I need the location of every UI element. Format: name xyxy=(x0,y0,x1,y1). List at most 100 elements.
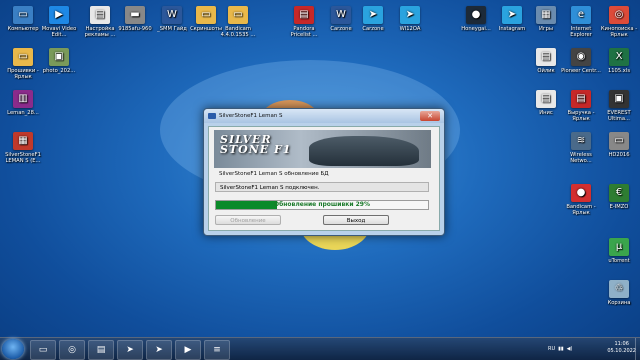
chrome-icon: ◎ xyxy=(609,6,629,24)
folder-icon: ▭ xyxy=(13,48,33,66)
pioneer-icon: ◉ xyxy=(571,48,591,66)
telegram-icon[interactable]: ➤ xyxy=(117,340,143,360)
telegram-icon[interactable]: ➤ xyxy=(146,340,172,360)
desktop-icon[interactable]: ◉ Pioneer Centr... xyxy=(560,48,602,74)
desktop-icon-label: photo_202... xyxy=(42,68,76,74)
desktop-icon-label: Pandora Pricelist ... xyxy=(290,26,318,38)
everest-icon: ▣ xyxy=(609,90,629,108)
silverstone-app-icon[interactable]: ≡ xyxy=(204,340,230,360)
desktop-icon-label: Leman_28... xyxy=(7,110,39,116)
volume-icon[interactable]: ◀) xyxy=(567,346,573,352)
update-button[interactable]: Обновление xyxy=(215,215,281,225)
recycle-bin-icon: ♲ xyxy=(609,280,629,298)
word-icon: W xyxy=(162,6,182,24)
desktop-icon-label: HD2016 xyxy=(608,152,630,158)
desktop-icon[interactable]: ♲ Корзина xyxy=(598,280,640,306)
silverstone-icon: ▦ xyxy=(13,132,33,150)
excel-icon: X xyxy=(609,48,629,66)
desktop-icon[interactable]: µ uTorrent xyxy=(598,238,640,264)
desktop-icon[interactable]: ▦ SilverStoneF1 LEMAN S (E... xyxy=(2,132,44,164)
exit-button[interactable]: Выход xyxy=(323,215,389,225)
status-field: SilverStoneF1 Leman S подключен. xyxy=(215,182,429,192)
progress-bar: Обновление прошивки 29% xyxy=(215,200,429,210)
desktop-icon-label: 1105.xls xyxy=(607,68,631,74)
language-indicator[interactable]: RU xyxy=(548,346,555,352)
desktop-icon[interactable]: ▤ Выручка - Ярлык xyxy=(560,90,602,122)
start-button[interactable] xyxy=(2,339,24,359)
desktop-icon[interactable]: ≋ Wireless Netwo... xyxy=(560,132,602,164)
app-icon xyxy=(208,113,216,119)
window-title: SilverStoneF1 Leman S xyxy=(219,113,283,119)
desktop-icon[interactable]: ▥ Leman_28... xyxy=(2,90,44,116)
desktop-icon-label: Pioneer Centr... xyxy=(561,68,601,74)
desktop-icon[interactable]: ➤ WI12OA xyxy=(389,6,431,32)
desktop-icon-label: Кинопоиска - Ярлык xyxy=(600,26,638,38)
desktop-icon-label: Wireless Netwo... xyxy=(570,152,592,164)
computer-icon: ▭ xyxy=(13,6,33,24)
desktop-icon-label: Bandicam - Ярлык xyxy=(566,204,596,216)
desktop-icon-label: EVEREST Ultima... xyxy=(607,110,631,122)
document-icon: ▤ xyxy=(536,48,556,66)
wireless-icon: ≋ xyxy=(571,132,591,150)
utorrent-icon: µ xyxy=(609,238,629,256)
window-client: SILVER STONE F1 SilverStoneF1 Leman S об… xyxy=(208,126,440,231)
winrar-icon: ▥ xyxy=(13,90,33,108)
desktop-icon[interactable]: X 1105.xls xyxy=(598,48,640,74)
desktop-icon[interactable]: ▬ 9185afu-960 xyxy=(114,6,156,32)
desktop-icon-label: Корзина xyxy=(607,300,631,306)
desktop-icon-label: WI12OA xyxy=(399,26,421,32)
desktop-icon[interactable]: ▶ Movavi Video Edit... xyxy=(38,6,80,38)
desktop-icon[interactable]: ▤ Pandora Pricelist ... xyxy=(283,6,325,38)
desktop-icon[interactable]: ▣ photo_202... xyxy=(38,48,80,74)
show-desktop-button[interactable] xyxy=(635,338,640,360)
desktop-icon[interactable]: ▣ EVEREST Ultima... xyxy=(598,90,640,122)
pdf-icon: ▤ xyxy=(571,90,591,108)
window-titlebar[interactable]: SilverStoneF1 Leman S ✕ xyxy=(204,109,444,123)
desktop-icon-label: Carzone xyxy=(362,26,384,32)
clock-date: 05.10.2022 xyxy=(607,348,636,354)
close-button[interactable]: ✕ xyxy=(420,111,440,121)
desktop-icon[interactable]: € E-IMZO xyxy=(598,184,640,210)
desktop-icon-label: 9185afu-960 xyxy=(118,26,152,32)
explorer-icon[interactable]: ▭ xyxy=(30,340,56,360)
telegram-icon: ➤ xyxy=(363,6,383,24)
clock-time: 11:06 xyxy=(614,341,629,347)
progress-text: Обновление прошивки 29% xyxy=(274,201,370,208)
clock[interactable]: 11:06 05.10.2022 xyxy=(607,341,636,355)
pdf-icon: ▤ xyxy=(294,6,314,24)
media-player-icon[interactable]: ▶ xyxy=(175,340,201,360)
honeygain-icon: ● xyxy=(466,6,486,24)
network-icon[interactable]: ▮▮ xyxy=(558,346,564,352)
desktop-icon[interactable]: ◎ Кинопоиска - Ярлык xyxy=(598,6,640,38)
desktop-icon-label: Bandicam 4.4.0.1535 ... xyxy=(220,26,256,38)
logo-line2: STONE F1 xyxy=(220,143,292,156)
telegram-icon: ➤ xyxy=(400,6,420,24)
document-icon: ▤ xyxy=(536,90,556,108)
car-image xyxy=(309,136,419,166)
document-icon[interactable]: ▤ xyxy=(88,340,114,360)
usb-icon: ▬ xyxy=(125,6,145,24)
desktop-icon-label: Movavi Video Edit... xyxy=(41,26,77,38)
movavi-icon: ▶ xyxy=(49,6,69,24)
silverstone-logo: SILVER STONE F1 xyxy=(220,134,292,156)
chrome-icon[interactable]: ◎ xyxy=(59,340,85,360)
games-icon: ▦ xyxy=(536,6,556,24)
desktop-icon[interactable]: ● Bandicam - Ярлык xyxy=(560,184,602,216)
desktop-icon[interactable]: ▭ HD2016 xyxy=(598,132,640,158)
desktop-icon[interactable]: ▭ Bandicam 4.4.0.1535 ... xyxy=(217,6,259,38)
silverstone-window[interactable]: SilverStoneF1 Leman S ✕ SILVER STONE F1 … xyxy=(203,108,445,236)
desktop-icon-label: Internet Explorer xyxy=(570,26,592,38)
word-icon: W xyxy=(331,6,351,24)
db-update-label: SilverStoneF1 Leman S обновление БД xyxy=(219,171,329,177)
desktop-icon-label: Выручка - Ярлык xyxy=(567,110,595,122)
ie-icon: e xyxy=(571,6,591,24)
desktop-icon-label: SilverStoneF1 LEMAN S (E... xyxy=(5,152,41,164)
desktop-icon[interactable]: e Internet Explorer xyxy=(560,6,602,38)
telegram-icon: ➤ xyxy=(502,6,522,24)
hd-icon: ▭ xyxy=(609,132,629,150)
desktop-icon-label: uTorrent xyxy=(608,258,630,264)
desktop-icon[interactable]: ➤ Carzone xyxy=(352,6,394,32)
taskbar: ▭ ◎ ▤ ➤ ➤ ▶ ≡ RU ▮▮ ◀) 11:06 05.10.2022 xyxy=(0,337,640,360)
desktop-icon-label: E-IMZO xyxy=(609,204,629,210)
image-icon: ▣ xyxy=(49,48,69,66)
